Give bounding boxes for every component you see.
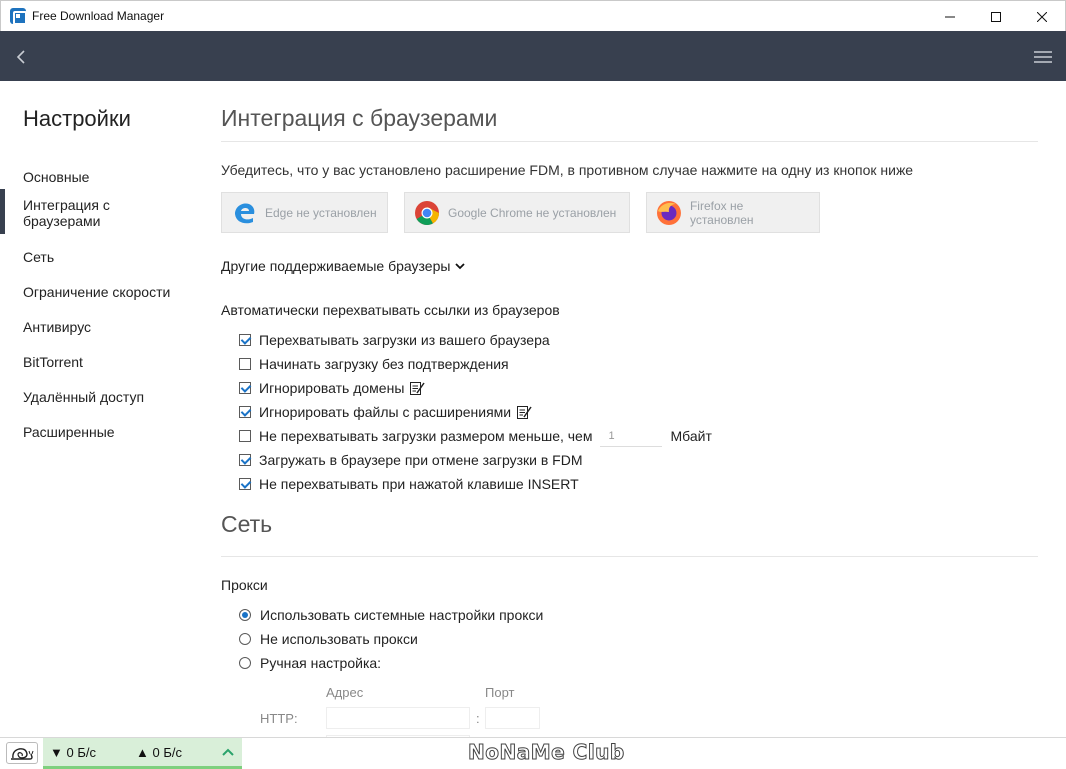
sidebar-item-bittorrent[interactable]: BitTorrent — [0, 345, 200, 380]
proxy-options: Использовать системные настройки прокси … — [221, 603, 1038, 675]
option-catch-downloads: Перехватывать загрузки из вашего браузер… — [239, 328, 1038, 352]
edit-domains-icon[interactable] — [409, 380, 426, 396]
catch-downloads-checkbox[interactable] — [239, 334, 251, 346]
title-bar: Free Download Manager — [0, 0, 1066, 31]
chevron-left-icon — [16, 50, 25, 64]
minimize-icon — [945, 16, 955, 17]
proxy-option-label: Не использовать прокси — [260, 631, 418, 647]
proxy-option-system: Использовать системные настройки прокси — [239, 603, 1038, 627]
http-label: HTTP: — [260, 711, 298, 726]
sidebar-item-advanced[interactable]: Расширенные — [0, 415, 200, 450]
extension-note: Убедитесь, что у вас установлено расшире… — [221, 162, 914, 178]
maximize-icon — [991, 11, 1001, 22]
proxy-label: Прокси — [221, 577, 268, 593]
status-bar: ▼ 0 Б/с ▲ 0 Б/с NoNaMe Club — [0, 737, 1066, 769]
option-label: Не перехватывать загрузки размером меньш… — [259, 428, 593, 444]
edge-button-label: Edge не установлен — [265, 205, 377, 220]
chrome-install-button[interactable]: Google Chrome не установлен — [404, 192, 630, 233]
http-port-input[interactable] — [485, 707, 540, 729]
sidebar-item-network[interactable]: Сеть — [0, 240, 200, 275]
option-label: Игнорировать файлы с расширениями — [259, 404, 512, 420]
catch-options: Перехватывать загрузки из вашего браузер… — [221, 328, 1038, 496]
chevron-up-icon — [222, 748, 234, 756]
min-size-input[interactable] — [600, 425, 663, 447]
fdm-app-icon — [10, 8, 27, 25]
close-button[interactable] — [1019, 1, 1065, 32]
option-ignore-domains: Игнорировать домены — [239, 376, 1038, 400]
sidebar-item-general[interactable]: Основные — [0, 160, 200, 195]
min-size-unit: Мбайт — [670, 428, 712, 444]
option-label: Начинать загрузку без подтверждения — [259, 356, 509, 372]
proxy-none-radio[interactable] — [239, 633, 251, 645]
option-ignore-extensions: Игнорировать файлы с расширениями — [239, 400, 1038, 424]
manual-proxy-grid: Адрес Порт HTTP: : — [221, 685, 1038, 737]
other-browsers-label: Другие поддерживаемые браузеры — [221, 258, 451, 274]
address-port-separator: : — [476, 711, 480, 726]
sidebar-item-remote-access[interactable]: Удалённый доступ — [0, 380, 200, 415]
min-size-checkbox[interactable] — [239, 430, 251, 442]
firefox-icon — [656, 200, 681, 225]
other-browsers-toggle[interactable]: Другие поддерживаемые браузеры — [221, 258, 466, 274]
option-label: Загружать в браузере при отмене загрузки… — [259, 452, 583, 468]
close-icon — [1037, 11, 1047, 22]
speed-panel-expand-button[interactable] — [219, 743, 237, 761]
option-label: Игнорировать домены — [259, 380, 405, 396]
hamburger-menu-icon — [1034, 51, 1052, 63]
download-speed: ▼ 0 Б/с — [50, 745, 96, 760]
app-header — [0, 31, 1066, 81]
settings-nav: Основные Интеграция с браузерами Сеть Ог… — [0, 160, 200, 450]
chrome-icon — [415, 200, 439, 225]
minimize-button[interactable] — [927, 1, 973, 32]
http-address-input[interactable] — [326, 707, 470, 729]
browser-integration-heading: Интеграция с браузерами — [221, 81, 1038, 142]
watermark: NoNaMe Club — [468, 740, 625, 765]
maximize-button[interactable] — [973, 1, 1019, 32]
upload-speed: ▲ 0 Б/с — [136, 745, 182, 760]
option-label: Перехватывать загрузки из вашего браузер… — [259, 332, 550, 348]
download-in-browser-checkbox[interactable] — [239, 454, 251, 466]
proxy-option-manual: Ручная настройка: — [239, 651, 1038, 675]
ignore-domains-checkbox[interactable] — [239, 382, 251, 394]
proxy-option-label: Ручная настройка: — [260, 655, 382, 671]
option-download-in-browser: Загружать в браузере при отмене загрузки… — [239, 448, 1038, 472]
proxy-option-none: Не использовать прокси — [239, 627, 1038, 651]
edit-extensions-icon[interactable] — [516, 404, 532, 420]
address-column-label: Адрес — [326, 685, 364, 700]
chrome-button-label: Google Chrome не установлен — [448, 205, 617, 220]
sidebar-item-browser-integration[interactable]: Интеграция с браузерами — [0, 189, 150, 240]
firefox-button-label: Firefox не установлен — [689, 198, 754, 227]
sidebar-item-speed-limit[interactable]: Ограничение скорости — [0, 275, 200, 310]
sidebar-title: Настройки — [23, 106, 131, 131]
proxy-manual-radio[interactable] — [239, 657, 251, 669]
edge-icon — [235, 202, 255, 223]
option-no-confirm: Начинать загрузку без подтверждения — [239, 352, 1038, 376]
snail-icon — [11, 748, 34, 760]
proxy-system-radio[interactable] — [239, 609, 251, 621]
sidebar-item-antivirus[interactable]: Антивирус — [0, 310, 200, 345]
snail-mode-button[interactable] — [6, 742, 38, 764]
auto-catch-label: Автоматически перехватывать ссылки из бр… — [221, 302, 560, 318]
browser-buttons: Edge не установлен Google Chrome не уста… — [221, 192, 1038, 233]
chevron-down-icon — [455, 263, 466, 270]
option-label: Не перехватывать при нажатой клавише INS… — [259, 476, 579, 492]
speed-panel: ▼ 0 Б/с ▲ 0 Б/с — [43, 738, 242, 769]
menu-button[interactable] — [1032, 46, 1054, 68]
option-min-size: Не перехватывать загрузки размером меньш… — [239, 424, 1038, 448]
network-heading: Сеть — [221, 502, 1038, 557]
insert-key-checkbox[interactable] — [239, 478, 251, 490]
edge-install-button[interactable]: Edge не установлен — [221, 192, 388, 233]
option-insert-key: Не перехватывать при нажатой клавише INS… — [239, 472, 1038, 496]
window-controls — [927, 1, 1065, 32]
no-confirm-checkbox[interactable] — [239, 358, 251, 370]
port-column-label: Порт — [485, 685, 515, 700]
ignore-extensions-checkbox[interactable] — [239, 406, 251, 418]
proxy-option-label: Использовать системные настройки прокси — [260, 607, 544, 623]
window-title: Free Download Manager — [32, 9, 165, 23]
settings-sidebar: Настройки Основные Интеграция с браузера… — [0, 81, 200, 737]
back-button[interactable] — [10, 46, 32, 68]
settings-content: Интеграция с браузерами Убедитесь, что у… — [221, 81, 1038, 737]
firefox-install-button[interactable]: Firefox не установлен — [646, 192, 820, 233]
